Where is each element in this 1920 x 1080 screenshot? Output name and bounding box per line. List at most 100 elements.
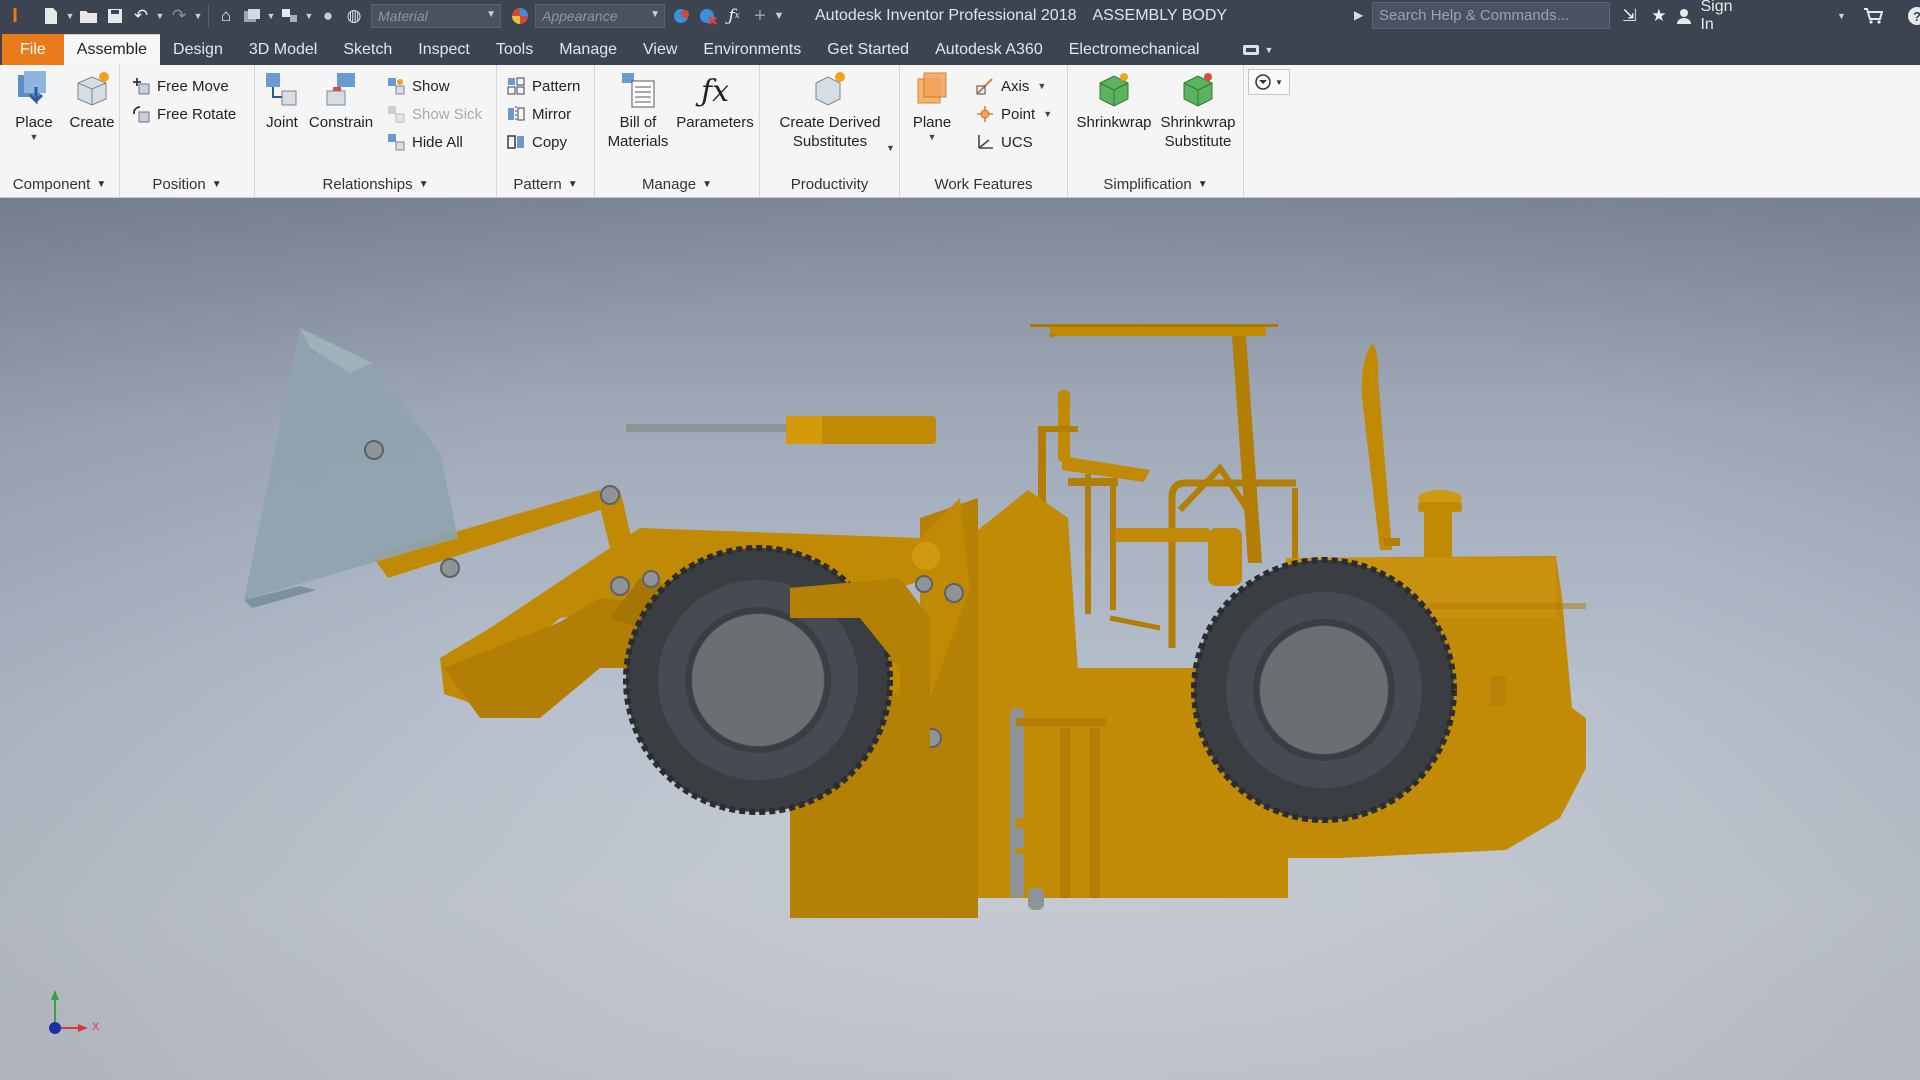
update-icon[interactable] [239,3,265,29]
component-label: Component [12,175,91,193]
joint-button[interactable]: Joint [257,67,307,132]
bucket[interactable] [244,328,458,608]
fx-icon[interactable]: ƒx [721,3,747,29]
rear-wheel[interactable] [1191,557,1457,823]
parameters-button[interactable]: ƒx Parameters [673,67,757,132]
new-file-icon[interactable] [38,3,64,29]
panel-label-relationships[interactable]: Relationships ▼ [255,172,496,196]
tab-view[interactable]: View [630,34,690,65]
panel-label-component[interactable]: Component ▼ [0,172,119,196]
appearance-combo[interactable]: Appearance ▼ [535,4,665,28]
tab-sketch[interactable]: Sketch [330,34,405,65]
clear-appearance-icon[interactable] [695,3,721,29]
panel-work-features: Plane ▼ Axis ▼ Point ▼ UCS Work Features [900,65,1068,198]
chevron-down-icon: ▼ [1037,81,1047,91]
select-dropdown-icon[interactable]: ▼ [303,3,315,29]
tab-inspect[interactable]: Inspect [405,34,483,65]
show-button[interactable]: Show [385,73,450,99]
star-icon[interactable]: ★ [1645,3,1672,29]
select-priority-icon[interactable] [277,3,303,29]
panel-label-pattern[interactable]: Pattern ▼ [497,172,594,196]
graphics-viewport[interactable]: X [0,198,1920,1080]
material-placeholder: Material [378,8,428,24]
user-icon[interactable] [1673,3,1695,29]
free-rotate-button[interactable]: Free Rotate [130,101,236,127]
create-component-button[interactable]: Create [66,67,118,132]
chevron-down-icon[interactable]: ▼ [886,143,895,153]
save-icon[interactable] [102,3,128,29]
tab-autodesk-a360[interactable]: Autodesk A360 [922,34,1056,65]
tab-3d-model[interactable]: 3D Model [236,34,330,65]
free-move-label: Free Move [157,77,229,95]
mirror-button[interactable]: Mirror [505,101,571,127]
appearance-sphere-icon[interactable] [507,3,533,29]
tab-design[interactable]: Design [160,34,236,65]
copy-icon [505,131,527,153]
panel-label-manage[interactable]: Manage ▼ [595,172,759,196]
tab-assemble[interactable]: Assemble [63,34,161,65]
panel-label-position[interactable]: Position ▼ [120,172,254,196]
exchange-icon[interactable]: ⇲ [1614,3,1645,29]
pattern-panel-label: Pattern [513,175,562,193]
hide-all-button[interactable]: Hide All [385,129,463,155]
sign-in-link[interactable]: Sign In [1700,0,1746,34]
help-icon[interactable]: ? [1904,3,1920,29]
plus-icon[interactable]: + [747,3,773,29]
redo-dropdown-icon[interactable]: ▼ [192,3,204,29]
show-sick-button[interactable]: Show Sick [385,101,482,127]
exhaust-stack[interactable] [1361,343,1462,558]
material-combo[interactable]: Material ▼ [371,4,501,28]
search-input[interactable]: Search Help & Commands... [1372,2,1610,29]
free-move-button[interactable]: Free Move [130,73,229,99]
app-menu-icon[interactable]: I [0,3,30,29]
undo-icon[interactable]: ↶ [128,3,154,29]
appearance-placeholder: Appearance [542,8,618,24]
wheel-loader-model[interactable] [0,198,1920,1080]
home-icon[interactable]: ⌂ [213,3,239,29]
chevron-down-icon: ▼ [927,132,937,142]
update-dropdown-icon[interactable]: ▼ [265,3,277,29]
panel-label-simplification[interactable]: Simplification ▼ [1068,172,1243,196]
plane-button[interactable]: Plane ▼ [904,67,960,142]
caret-right-icon[interactable]: ▶ [1354,8,1363,22]
panel-productivity: Create Derived Substitutes ▼ Productivit… [760,65,900,198]
tab-manage[interactable]: Manage [546,34,630,65]
ribbon-options-button[interactable]: ▼ [1248,69,1290,95]
ucs-button[interactable]: UCS [974,129,1033,155]
redo-icon[interactable]: ↷ [166,3,192,29]
pattern-button[interactable]: Pattern [505,73,580,99]
bill-of-materials-button[interactable]: Bill of Materials [599,67,677,151]
panel-pattern: Pattern Mirror Copy Pattern ▼ [497,65,595,198]
ilogic-icon[interactable]: ◍ [341,3,367,29]
open-folder-icon[interactable] [76,3,102,29]
adjust-appearance-icon[interactable] [669,3,695,29]
tab-tools[interactable]: Tools [483,34,546,65]
constrain-button[interactable]: Constrain [309,67,373,132]
tab-get-started[interactable]: Get Started [814,34,922,65]
ribbon-display-toggle[interactable]: ▼ [1242,34,1273,65]
chevron-down-icon: ▼ [29,132,39,142]
pin [600,485,620,505]
create-label: Create [69,114,115,131]
copy-button[interactable]: Copy [505,129,567,155]
shrinkwrap-substitute-button[interactable]: Shrinkwrap Substitute [1156,67,1240,151]
cart-icon[interactable] [1859,3,1886,29]
panel-options-icon [1255,74,1271,90]
pin [364,440,384,460]
shrinkwrap-button[interactable]: Shrinkwrap [1072,67,1156,132]
manage-panel-label: Manage [641,175,697,193]
tab-file[interactable]: File [2,34,64,65]
place-button[interactable]: Place ▼ [8,67,60,142]
axis-button[interactable]: Axis ▼ [974,73,1046,99]
chevron-down-icon: ▼ [1197,178,1208,190]
measure-icon[interactable]: ● [315,3,341,29]
tab-electromechanical[interactable]: Electromechanical [1056,34,1213,65]
new-dropdown-icon[interactable]: ▼ [64,3,76,29]
shrinkwrap-label: Shrinkwrap [1076,114,1152,131]
create-derived-substitutes-button[interactable]: Create Derived Substitutes [760,67,900,151]
sign-in-dropdown-icon[interactable]: ▼ [1836,3,1847,29]
tab-environments[interactable]: Environments [690,34,814,65]
undo-dropdown-icon[interactable]: ▼ [154,3,166,29]
point-button[interactable]: Point ▼ [974,101,1052,127]
customize-dropdown-icon[interactable]: ▼ [773,3,785,29]
